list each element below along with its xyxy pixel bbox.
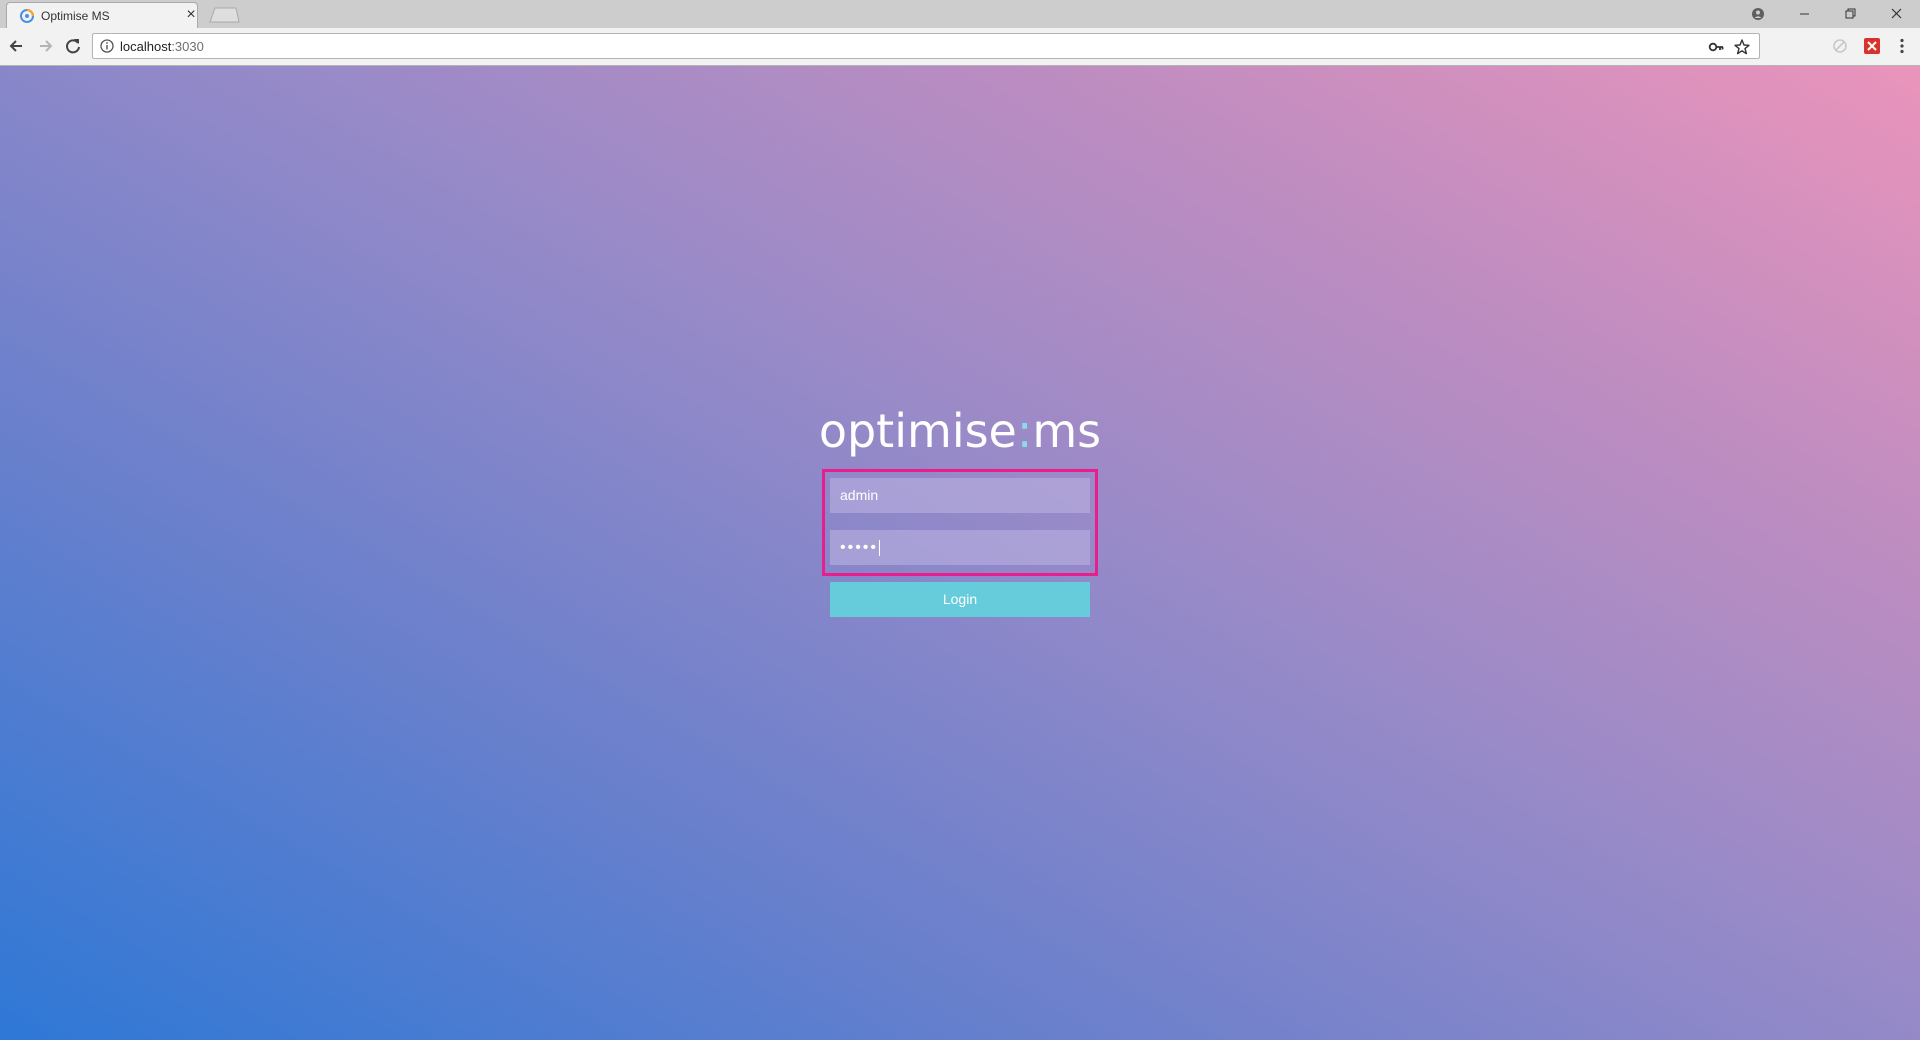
tab-close-icon[interactable]: × — [183, 7, 199, 23]
close-window-button[interactable] — [1874, 0, 1919, 28]
extension-red-icon[interactable] — [1862, 36, 1882, 56]
menu-kebab-icon[interactable] — [1892, 36, 1912, 56]
chrome-favicon-icon — [20, 9, 34, 23]
password-input[interactable]: ••••• — [830, 530, 1090, 565]
tab-title: Optimise MS — [41, 9, 110, 23]
tab-optimise-ms[interactable]: Optimise MS × — [6, 2, 198, 28]
minimize-button[interactable] — [1782, 0, 1827, 28]
username-input[interactable]: admin — [830, 478, 1090, 513]
back-arrow-icon[interactable] — [6, 35, 28, 57]
forward-arrow-icon[interactable] — [34, 35, 56, 57]
logo-right: ms — [1032, 404, 1102, 458]
logo-separator: : — [1016, 404, 1033, 458]
reload-icon[interactable] — [62, 35, 84, 57]
text-caret — [879, 539, 881, 556]
key-icon[interactable] — [1707, 38, 1725, 56]
profile-button[interactable] — [1735, 0, 1780, 28]
logo-left: optimise — [818, 404, 1017, 458]
address-bar[interactable]: localhost:3030 — [92, 33, 1760, 59]
new-tab-button[interactable] — [208, 7, 240, 23]
url-host: localhost — [120, 39, 172, 54]
app-logo: optimise:ms — [0, 404, 1920, 458]
username-value: admin — [840, 487, 879, 503]
browser-window: Optimise MS × localhost:3030 optimise:ms… — [0, 0, 1920, 1040]
browser-toolbar: localhost:3030 — [0, 28, 1920, 66]
url-port: :3030 — [171, 39, 204, 54]
restore-button[interactable] — [1828, 0, 1873, 28]
profile-icon — [1752, 8, 1764, 20]
info-icon[interactable] — [100, 39, 114, 53]
password-value: ••••• — [840, 539, 879, 556]
login-page: optimise:ms admin ••••• Login — [0, 66, 1920, 1040]
close-icon — [1891, 8, 1902, 19]
url-text: localhost:3030 — [120, 39, 204, 54]
restore-icon — [1845, 8, 1856, 19]
bookmark-star-icon[interactable] — [1733, 38, 1751, 56]
extension-disabled-icon[interactable] — [1830, 36, 1850, 56]
login-button[interactable]: Login — [830, 582, 1090, 617]
tab-strip: Optimise MS × — [0, 0, 1920, 28]
minimize-icon — [1800, 13, 1809, 15]
